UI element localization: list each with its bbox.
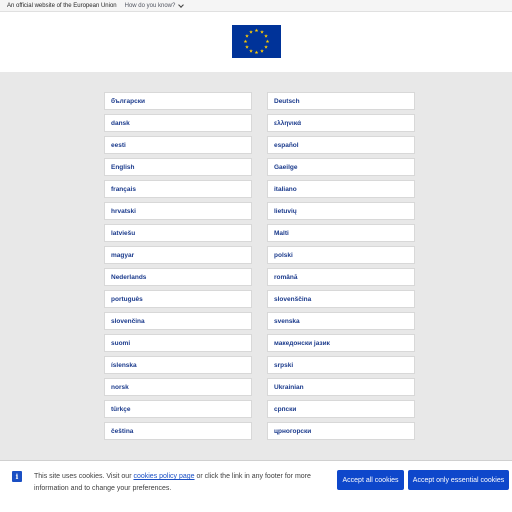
language-link[interactable]: црногорски [267, 422, 415, 440]
language-link[interactable]: English [104, 158, 252, 176]
language-link[interactable]: Nederlands [104, 268, 252, 286]
eu-flag-stars [243, 28, 269, 55]
language-link[interactable]: Gaeilge [267, 158, 415, 176]
chevron-down-icon [178, 1, 185, 8]
star-icon [244, 45, 249, 49]
accept-all-cookies-button[interactable]: Accept all cookies [337, 470, 404, 490]
how-do-you-know-label: How do you know? [124, 2, 176, 9]
language-link[interactable]: македонски јазик [267, 334, 415, 352]
language-link[interactable]: српски [267, 400, 415, 418]
star-icon [259, 49, 264, 53]
cookie-notice-text: This site uses cookies. Visit our cookie… [34, 471, 324, 495]
language-link[interactable]: Ukrainian [267, 378, 415, 396]
language-link[interactable]: français [104, 180, 252, 198]
language-link[interactable]: hrvatski [104, 202, 252, 220]
cookie-text-start: This site uses cookies. Visit our [34, 473, 134, 480]
language-link[interactable]: norsk [104, 378, 252, 396]
language-link[interactable]: български [104, 92, 252, 110]
language-link[interactable]: suomi [104, 334, 252, 352]
language-link[interactable]: español [267, 136, 415, 154]
star-icon [263, 45, 268, 49]
star-icon [243, 39, 247, 44]
eu-flag-icon [231, 25, 281, 58]
language-link[interactable]: Deutsch [267, 92, 415, 110]
language-link[interactable]: polski [267, 246, 415, 264]
language-link[interactable]: dansk [104, 114, 252, 132]
star-icon [259, 29, 264, 34]
official-eu-banner: An official website of the European Unio… [0, 0, 512, 12]
language-link[interactable]: slovenčina [104, 312, 252, 330]
accept-essential-cookies-button[interactable]: Accept only essential cookies [408, 470, 509, 490]
language-link[interactable]: română [267, 268, 415, 286]
language-link[interactable]: português [104, 290, 252, 308]
language-link[interactable]: slovenščina [267, 290, 415, 308]
language-link[interactable]: svenska [267, 312, 415, 330]
star-icon [265, 39, 269, 44]
language-selection-area: български Deutsch dansk ελληνικά eesti españo… [0, 72, 512, 512]
cookie-consent-banner: i This site uses cookies. Visit our cook… [0, 460, 512, 512]
star-icon [254, 28, 258, 33]
language-link[interactable]: čeština [104, 422, 252, 440]
star-icon [254, 50, 258, 55]
language-link[interactable]: íslenska [104, 356, 252, 374]
info-icon: i [12, 471, 22, 482]
language-link[interactable]: latviešu [104, 224, 252, 242]
language-link[interactable]: türkçe [104, 400, 252, 418]
star-icon [244, 34, 249, 38]
language-link[interactable]: magyar [104, 246, 252, 264]
language-link[interactable]: eesti [104, 136, 252, 154]
language-link[interactable]: ελληνικά [267, 114, 415, 132]
how-do-you-know-toggle[interactable]: How do you know? [124, 1, 185, 9]
cookies-policy-link[interactable]: cookies policy page [133, 473, 194, 480]
site-header [0, 12, 512, 72]
language-link[interactable]: italiano [267, 180, 415, 198]
language-link[interactable]: srpski [267, 356, 415, 374]
language-link[interactable]: Malti [267, 224, 415, 242]
star-icon [248, 29, 253, 34]
star-icon [248, 49, 253, 53]
language-list: български Deutsch dansk ελληνικά eesti españo… [104, 92, 415, 440]
star-icon [263, 34, 268, 38]
official-website-text: An official website of the European Unio… [7, 2, 117, 9]
language-link[interactable]: lietuvių [267, 202, 415, 220]
